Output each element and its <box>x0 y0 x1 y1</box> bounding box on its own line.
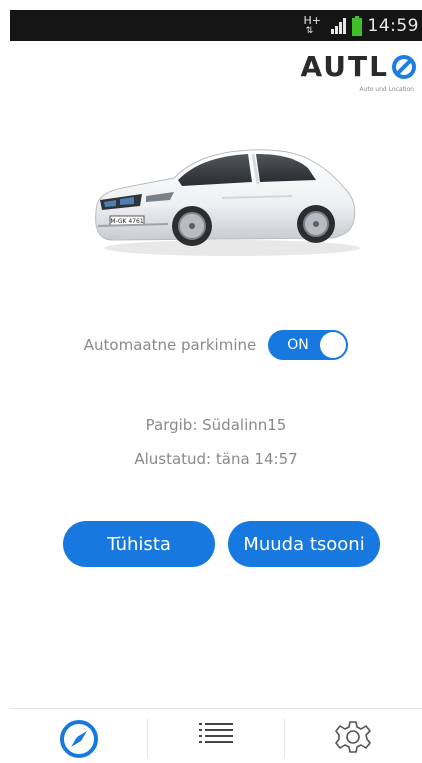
auto-parking-row: Automaatne parkimine ON <box>0 330 422 360</box>
cancel-button[interactable]: Tühista <box>63 521 215 567</box>
logo-tagline: Auto und Location <box>359 86 414 93</box>
auto-parking-label: Automaatne parkimine <box>83 336 257 354</box>
auto-parking-toggle[interactable]: ON <box>268 330 349 360</box>
tab-list[interactable] <box>147 709 284 757</box>
toggle-knob <box>320 332 347 358</box>
status-icons: H+ ⇅ 14:59 <box>304 14 420 38</box>
list-icon <box>197 719 235 757</box>
car-image: M-GK 4761 <box>82 140 362 258</box>
bottom-tab-bar <box>10 708 422 758</box>
settings-gear-icon <box>333 719 373 757</box>
app-logo: AUTL Auto und Location <box>301 52 418 93</box>
battery-icon <box>351 16 362 36</box>
clock: 14:59 <box>367 16 419 36</box>
change-zone-button[interactable]: Muuda tsooni <box>228 521 380 567</box>
network-type-icon: H+ ⇅ <box>303 14 322 36</box>
parking-zone-text: Pargib: Südalinn15 <box>145 416 287 434</box>
toggle-state-text: ON <box>287 337 309 353</box>
logo-wordmark: AUTL <box>301 52 418 82</box>
parking-started-text: Alustatud: täna 14:57 <box>134 450 298 468</box>
tab-navigation[interactable] <box>10 709 147 758</box>
tab-settings[interactable] <box>284 709 421 757</box>
status-bar: H+ ⇅ 14:59 <box>10 10 422 41</box>
signal-icon <box>330 18 348 34</box>
logo-o-mark <box>389 54 417 80</box>
compass-icon <box>59 719 99 758</box>
